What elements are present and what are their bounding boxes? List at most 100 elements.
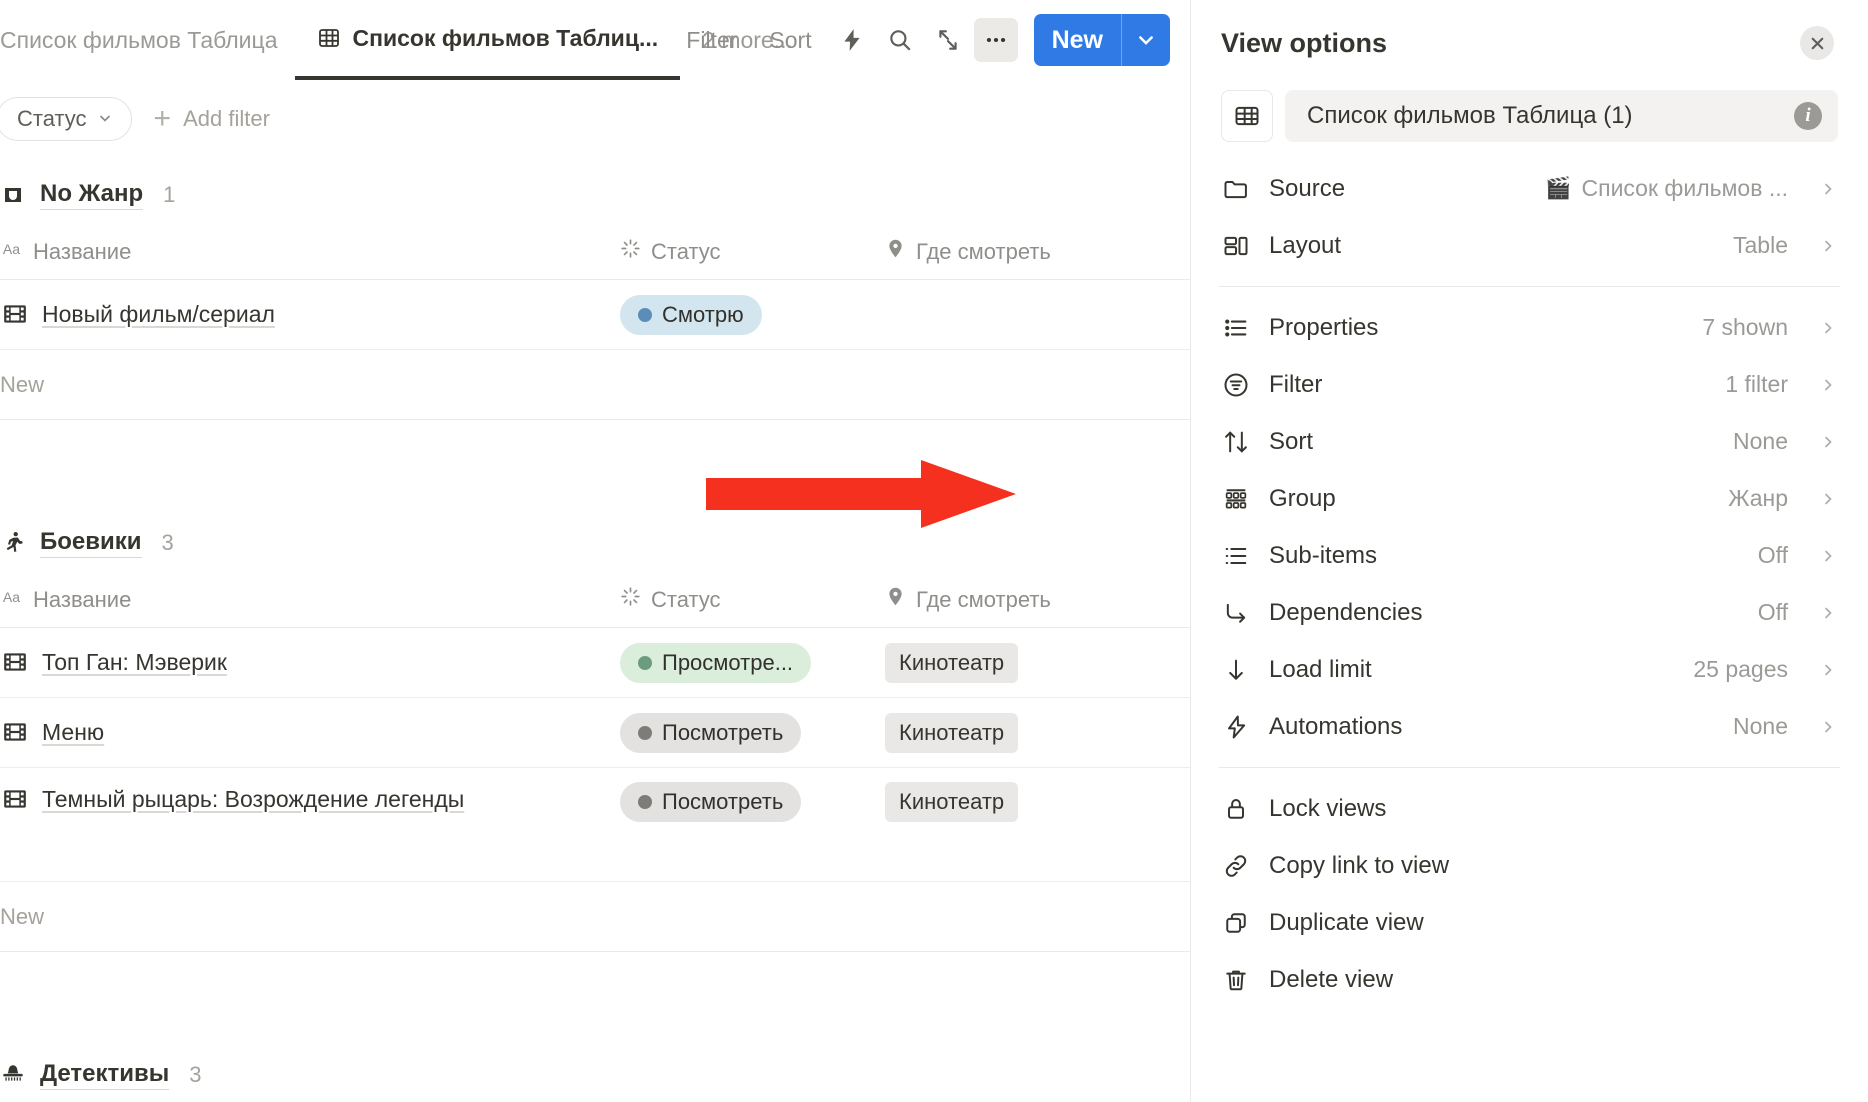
tab-view-table[interactable]: Список фильмов Таблиц... [295,0,681,80]
menu-item-lock-views[interactable]: Lock views [1219,780,1840,837]
cell-where[interactable]: Кинотеатр [885,642,1185,683]
menu-item-layout[interactable]: Layout Table [1219,217,1840,274]
row-title[interactable]: Меню [42,715,104,751]
menu-item-label: Lock views [1269,794,1387,822]
column-header-name[interactable]: Aa Название [0,586,620,613]
status-badge[interactable]: Посмотреть [620,782,802,822]
cell-where[interactable]: Кинотеатр [885,712,1185,753]
new-row-button[interactable]: New [0,350,1190,420]
table-row[interactable]: Темный рыцарь: Возрождение легенды Посмо… [0,768,1190,882]
group-icon [0,183,26,207]
menu-item-value: 25 pages [1693,656,1788,682]
menu-item-delete-view[interactable]: Delete view [1219,951,1840,1008]
cell-name[interactable]: Темный рыцарь: Возрождение легенды [0,782,620,818]
group-header-boeviki[interactable]: Боевики 3 [0,506,1190,572]
menu-item-dependencies[interactable]: Dependencies Off [1219,584,1840,641]
cell-name[interactable]: Топ Ган: Мэверик [0,645,620,681]
panel-title: View options [1221,27,1388,58]
table-row[interactable]: Топ Ган: Мэверик Просмотре... Кинотеатр [0,628,1190,698]
menu-item-automations[interactable]: Automations None [1219,698,1840,755]
view-name-input[interactable]: Список фильмов Таблица (1) i [1285,90,1838,142]
panel-section-actions: Lock views Copy link to view Duplicate v… [1219,780,1840,1008]
sort-arrows-icon [1221,427,1251,457]
status-badge[interactable]: Посмотреть [620,712,802,753]
group-grid-icon [1221,484,1251,514]
search-icon[interactable] [878,18,922,62]
menu-item-label: Sub-items [1269,541,1378,569]
cell-where[interactable]: Кинотеатр [885,782,1185,822]
table-row[interactable]: Меню Посмотреть Кинотеатр [0,698,1190,768]
cell-status[interactable]: Просмотре... [620,642,885,683]
new-button-dropdown[interactable] [1122,30,1170,50]
menu-item-value: None [1733,428,1788,454]
menu-item-group[interactable]: Group Жанр [1219,470,1840,527]
tab-list-title[interactable]: Список фильмов Таблица [0,0,295,80]
menu-item-sort[interactable]: Sort None [1219,413,1840,470]
status-label: Смотрю [662,301,744,327]
clapperboard-icon: 🎬 [1545,176,1572,200]
menu-item-copy-link[interactable]: Copy link to view [1219,837,1840,894]
lightning-icon[interactable] [830,18,874,62]
row-title[interactable]: Топ Ган: Мэверик [42,645,227,681]
film-strip-icon [2,649,28,675]
column-header-where[interactable]: Где смотреть [885,586,1185,613]
filter-button[interactable]: Filter [672,19,751,62]
menu-item-filter[interactable]: Filter 1 filter [1219,356,1840,413]
table-icon[interactable] [1221,90,1273,142]
ellipsis-icon[interactable] [973,18,1018,62]
menu-item-value: Жанр [1728,485,1788,511]
cell-name[interactable]: Новый фильм/сериал [0,297,620,333]
panel-divider [1219,767,1840,768]
sort-button[interactable]: Sort [755,19,825,62]
new-row-button[interactable]: New [0,882,1190,952]
duplicate-icon [1221,908,1251,938]
table-boeviki: Aa Название Статус Где смотреть Топ Ган:… [0,572,1190,952]
status-badge[interactable]: Просмотре... [620,642,812,683]
column-header-status[interactable]: Статус [620,586,885,613]
status-label: Посмотреть [662,789,784,814]
add-filter-button[interactable]: + Add filter [146,98,278,140]
cell-status[interactable]: Посмотреть [620,782,885,822]
new-row-label: New [0,371,45,397]
cell-name[interactable]: Меню [0,715,620,751]
info-icon[interactable]: i [1794,102,1822,130]
menu-item-label: Copy link to view [1269,851,1450,879]
svg-text:Aa: Aa [3,589,20,605]
group-header-no-zhanr[interactable]: No Жанр 1 [0,158,1190,224]
column-label: Название [33,586,132,612]
group-name: Боевики [40,528,142,558]
new-row-label: New [0,903,45,929]
menu-item-properties[interactable]: Properties 7 shown [1219,299,1840,356]
menu-item-load-limit[interactable]: Load limit 25 pages [1219,641,1840,698]
table-row[interactable]: Новый фильм/сериал Смотрю [0,280,1190,350]
row-title[interactable]: Новый фильм/сериал [42,297,275,333]
menu-item-value: 1 filter [1725,371,1788,397]
row-title[interactable]: Темный рыцарь: Возрождение легенды [42,782,464,818]
panel-divider [1219,286,1840,287]
expand-icon[interactable] [926,18,970,62]
menu-item-label: Duplicate view [1269,908,1424,936]
status-dot [638,795,652,809]
cell-status[interactable]: Смотрю [620,294,885,335]
aa-icon: Aa [2,238,23,265]
menu-item-duplicate-view[interactable]: Duplicate view [1219,894,1840,951]
menu-item-value: 7 shown [1702,314,1788,340]
status-badge[interactable]: Смотрю [620,294,762,335]
link-icon [1221,851,1251,881]
filter-chip-status[interactable]: Статус [0,97,132,141]
column-header-status[interactable]: Статус [620,238,885,265]
group-header-detektivy[interactable]: Детективы 3 [0,1038,1190,1102]
new-button-label: New [1051,25,1103,54]
close-icon[interactable] [1800,26,1834,60]
column-header-name[interactable]: Aa Название [0,238,620,265]
group-name: Детективы [40,1060,170,1090]
new-button[interactable]: New [1033,14,1170,66]
status-spinner-icon [620,238,641,265]
column-header-where[interactable]: Где смотреть [885,238,1185,265]
menu-item-source[interactable]: Source 🎬 Список фильмов ... [1219,160,1840,217]
menu-item-value: Table [1733,232,1788,258]
menu-item-label: Group [1269,484,1336,512]
cell-status[interactable]: Посмотреть [620,712,885,753]
menu-item-sub-items[interactable]: Sub-items Off [1219,527,1840,584]
column-label: Где смотреть [916,586,1051,612]
